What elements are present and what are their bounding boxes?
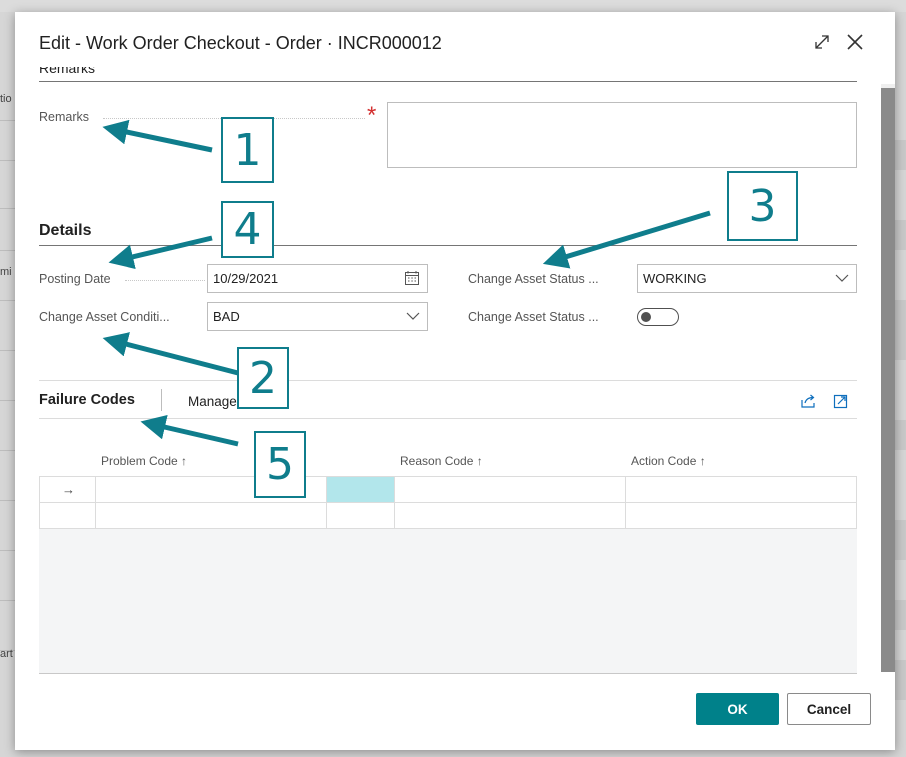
section-divider bbox=[39, 380, 857, 381]
background-left-strip bbox=[0, 0, 15, 757]
grid-empty-area bbox=[39, 529, 857, 674]
change-asset-status-toggle-label: Change Asset Status ... bbox=[468, 310, 599, 324]
edit-dialog: Edit - Work Order Checkout - Order · INC… bbox=[15, 12, 895, 750]
required-indicator: * bbox=[367, 102, 377, 129]
grid-cell-action-code[interactable] bbox=[625, 476, 857, 503]
background-text: art bbox=[0, 648, 13, 660]
column-header-action-code[interactable]: Action Code ↑ bbox=[631, 454, 706, 468]
failure-codes-grid: Problem Code ↑ Reason Code ↑ Action Code… bbox=[39, 450, 857, 674]
change-asset-condition-value: BAD bbox=[213, 309, 240, 324]
section-divider bbox=[39, 245, 857, 246]
calendar-icon[interactable] bbox=[404, 270, 420, 289]
row-indicator-cell[interactable] bbox=[39, 502, 96, 529]
toolbar-separator bbox=[161, 389, 162, 411]
dialog-scrollbar[interactable] bbox=[881, 72, 895, 672]
manage-menu-button[interactable]: Manage bbox=[188, 394, 237, 409]
annotation-number-1: 1 bbox=[221, 117, 274, 183]
toggle-knob bbox=[641, 312, 651, 322]
posting-date-input[interactable]: 10/29/2021 bbox=[207, 264, 428, 293]
open-in-new-icon[interactable] bbox=[831, 391, 851, 411]
annotation-number-3: 3 bbox=[727, 171, 798, 241]
row-arrow-icon: → bbox=[62, 482, 75, 497]
posting-date-label: Posting Date bbox=[39, 272, 111, 286]
background-toolbar bbox=[0, 0, 906, 12]
background-text: tio bbox=[0, 93, 12, 105]
change-asset-condition-select[interactable]: BAD bbox=[207, 302, 428, 331]
change-asset-condition-label: Change Asset Conditi... bbox=[39, 310, 170, 324]
remarks-section-title: Remarks bbox=[39, 67, 96, 76]
remarks-label: Remarks bbox=[39, 110, 90, 124]
grid-cell[interactable] bbox=[326, 502, 395, 529]
change-asset-status-select[interactable]: WORKING bbox=[637, 264, 857, 293]
background-right-strip bbox=[894, 0, 906, 757]
remarks-textarea[interactable] bbox=[387, 102, 857, 168]
toolbar-divider bbox=[39, 418, 857, 419]
change-asset-status-label: Change Asset Status ... bbox=[468, 272, 599, 286]
grid-cell-selected[interactable] bbox=[326, 476, 395, 503]
cancel-button[interactable]: Cancel bbox=[787, 693, 871, 725]
row-indicator-cell[interactable]: → bbox=[39, 476, 96, 503]
posting-date-value: 10/29/2021 bbox=[213, 271, 279, 286]
close-icon[interactable] bbox=[843, 30, 867, 54]
annotation-number-5: 5 bbox=[254, 431, 306, 498]
column-header-reason-code[interactable]: Reason Code ↑ bbox=[400, 454, 483, 468]
details-section-title: Details bbox=[39, 222, 92, 239]
scrollbar-thumb[interactable] bbox=[881, 88, 895, 672]
share-icon[interactable] bbox=[799, 391, 819, 411]
grid-cell-action-code[interactable] bbox=[625, 502, 857, 529]
section-divider bbox=[39, 81, 857, 82]
ok-button[interactable]: OK bbox=[696, 693, 779, 725]
change-asset-status-value: WORKING bbox=[643, 271, 707, 286]
background-text: mi bbox=[0, 266, 12, 278]
change-asset-status-toggle[interactable] bbox=[637, 308, 679, 326]
column-header-problem-code[interactable]: Problem Code ↑ bbox=[101, 454, 187, 468]
dialog-title: Edit - Work Order Checkout - Order · INC… bbox=[39, 33, 442, 53]
grid-cell-reason-code[interactable] bbox=[394, 502, 626, 529]
grid-cell-reason-code[interactable] bbox=[394, 476, 626, 503]
label-leader bbox=[125, 280, 205, 281]
chevron-down-icon[interactable] bbox=[406, 308, 420, 327]
chevron-down-icon[interactable] bbox=[835, 270, 849, 289]
grid-cell-problem-code[interactable] bbox=[95, 502, 327, 529]
expand-icon[interactable] bbox=[810, 30, 834, 54]
annotation-number-4: 4 bbox=[221, 201, 274, 258]
annotation-number-2: 2 bbox=[237, 347, 289, 409]
footer-divider bbox=[39, 673, 857, 674]
failure-codes-title: Failure Codes bbox=[39, 392, 135, 408]
